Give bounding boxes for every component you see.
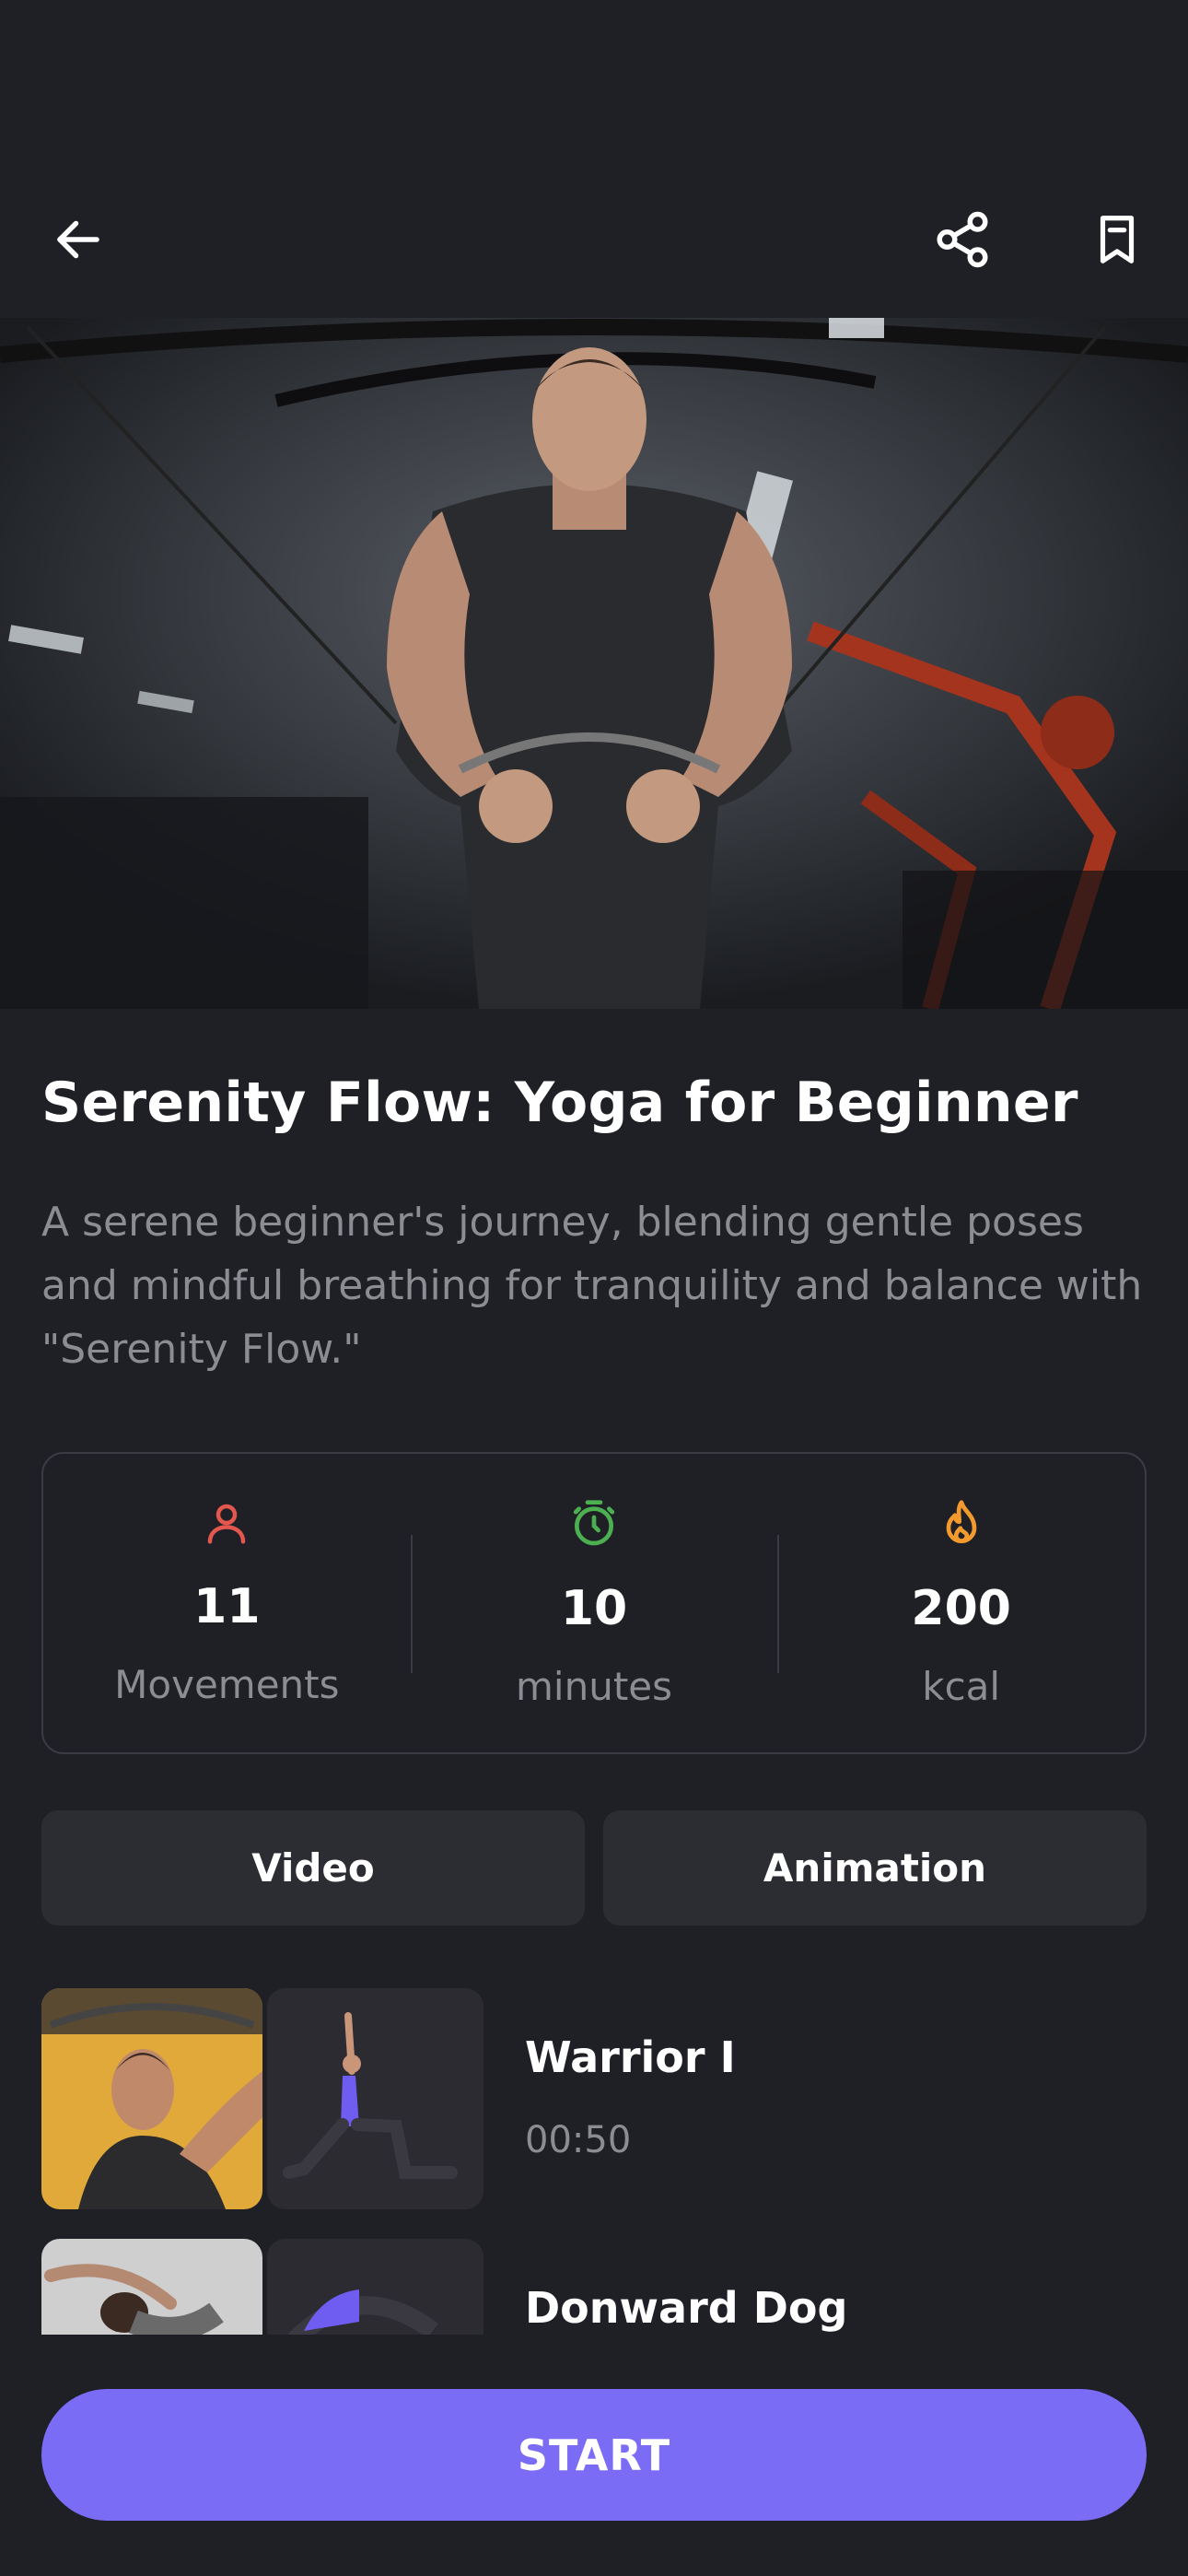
hero-image — [0, 318, 1188, 1009]
stat-label: minutes — [516, 1664, 673, 1709]
exercise-name: Donward Dog — [525, 2283, 848, 2333]
stat-value: 200 — [911, 1581, 1011, 1636]
exercise-photo — [41, 2239, 262, 2335]
exercise-animation — [267, 1988, 483, 2209]
stat-minutes: 10 minutes — [410, 1454, 778, 1752]
list-item[interactable]: Donward Dog — [41, 2239, 1147, 2335]
bookmark-icon — [1100, 216, 1135, 263]
list-item[interactable]: Warrior I 00:50 — [41, 1988, 1147, 2209]
stat-value: 10 — [560, 1581, 628, 1636]
exercise-list: Warrior I 00:50 Donward Dog — [0, 1988, 1188, 2335]
animation-button[interactable]: Animation — [603, 1810, 1147, 1926]
stats-card: 11 Movements 10 minutes 200 kcal — [41, 1452, 1147, 1754]
exercise-duration: 00:50 — [525, 2119, 632, 2161]
workout-description: A serene beginner's journey, blending ge… — [41, 1199, 1143, 1373]
exercise-animation — [267, 2239, 483, 2335]
gym-photo — [0, 318, 1188, 1009]
stat-value: 11 — [193, 1579, 261, 1634]
start-button[interactable]: START — [41, 2389, 1147, 2521]
top-bar — [0, 0, 1188, 318]
flame-icon — [946, 1500, 977, 1543]
back-button[interactable] — [37, 198, 120, 281]
stat-movements: 11 Movements — [43, 1454, 411, 1752]
share-button[interactable] — [921, 198, 1004, 281]
exercise-name: Warrior I — [525, 2032, 736, 2082]
person-icon — [208, 1504, 246, 1544]
stat-kcal: 200 kcal — [777, 1454, 1145, 1752]
share-icon — [937, 211, 988, 268]
workout-title: Serenity Flow: Yoga for Beginner — [41, 1071, 1078, 1135]
arrow-left-icon — [57, 220, 99, 259]
timer-icon — [573, 1500, 615, 1546]
bookmark-button[interactable] — [1076, 198, 1159, 281]
stat-label: Movements — [114, 1662, 340, 1707]
stat-label: kcal — [922, 1664, 1001, 1709]
video-button[interactable]: Video — [41, 1810, 585, 1926]
exercise-photo — [41, 1988, 262, 2209]
